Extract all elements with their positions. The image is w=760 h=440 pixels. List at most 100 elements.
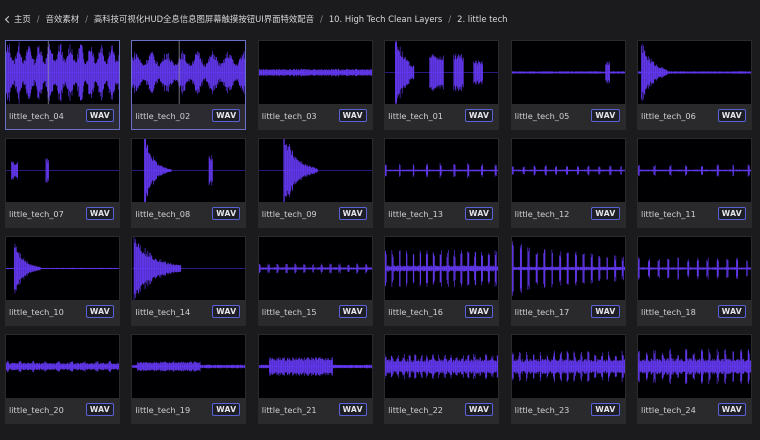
format-badge: WAV xyxy=(591,305,620,318)
format-badge: WAV xyxy=(85,109,114,122)
format-badge: WAV xyxy=(338,403,367,416)
file-name: little_tech_24 xyxy=(640,405,696,415)
breadcrumb-item-3[interactable]: 10. High Tech Clean Layers xyxy=(329,14,442,24)
file-name: little_tech_09 xyxy=(261,209,317,219)
waveform-svg xyxy=(6,158,119,183)
waveform-svg xyxy=(385,249,499,288)
file-card[interactable]: little_tech_20 WAV xyxy=(5,334,120,424)
breadcrumb: 主页 / 音效素材 / 高科技可视化HUD全息信息图屏幕触摸按钮UI界面特效配音… xyxy=(4,12,508,26)
waveform-preview xyxy=(511,139,625,202)
waveform-svg xyxy=(511,165,625,176)
format-badge: WAV xyxy=(591,109,620,122)
waveform-svg xyxy=(6,243,119,294)
format-badge: WAV xyxy=(464,207,494,220)
waveform-svg xyxy=(511,241,625,296)
breadcrumb-separator: / xyxy=(320,14,323,24)
format-badge: WAV xyxy=(212,305,241,318)
file-name: little_tech_10 xyxy=(9,307,64,317)
file-card[interactable]: little_tech_04 WAV xyxy=(5,40,120,130)
waveform-preview xyxy=(385,335,499,398)
file-card[interactable]: little_tech_21 WAV xyxy=(257,334,373,424)
waveform-svg xyxy=(258,357,372,376)
file-name: little_tech_18 xyxy=(640,307,696,317)
file-card[interactable]: little_tech_11 WAV xyxy=(636,138,752,228)
breadcrumb-home[interactable]: 主页 xyxy=(14,13,31,25)
file-card[interactable]: little_tech_05 WAV xyxy=(510,40,626,130)
file-name: little_tech_04 xyxy=(9,111,64,121)
file-card[interactable]: little_tech_02 WAV xyxy=(131,40,247,130)
file-name: little_tech_17 xyxy=(514,307,570,317)
file-name: little_tech_22 xyxy=(388,405,443,415)
file-name: little_tech_20 xyxy=(9,405,64,415)
file-card[interactable]: little_tech_03 WAV xyxy=(257,40,373,130)
file-name: little_tech_16 xyxy=(388,307,443,317)
format-badge: WAV xyxy=(717,109,746,122)
waveform-preview xyxy=(511,237,625,300)
waveform-preview xyxy=(6,335,119,398)
breadcrumb-separator: / xyxy=(85,14,88,24)
format-badge: WAV xyxy=(212,403,241,416)
file-card[interactable]: little_tech_18 WAV xyxy=(636,236,752,326)
chevron-left-icon[interactable] xyxy=(4,15,13,23)
waveform-svg xyxy=(637,164,751,177)
file-card[interactable]: little_tech_24 WAV xyxy=(636,334,752,424)
file-name: little_tech_11 xyxy=(640,209,696,219)
waveform-preview xyxy=(385,41,499,104)
waveform-preview xyxy=(385,139,499,202)
waveform-svg xyxy=(637,348,751,385)
file-card[interactable]: little_tech_15 WAV xyxy=(257,236,373,326)
file-card[interactable]: little_tech_09 WAV xyxy=(257,138,373,228)
file-card[interactable]: little_tech_13 WAV xyxy=(384,138,500,228)
file-name: little_tech_14 xyxy=(135,307,191,317)
waveform-preview xyxy=(511,335,625,398)
breadcrumb-separator: / xyxy=(36,14,40,24)
file-name: little_tech_02 xyxy=(135,111,191,121)
file-card[interactable]: little_tech_19 WAV xyxy=(131,334,247,424)
waveform-svg xyxy=(258,139,372,202)
waveform-preview xyxy=(385,237,499,300)
waveform-preview xyxy=(258,237,372,300)
waveform-svg xyxy=(258,263,372,274)
file-card[interactable]: little_tech_12 WAV xyxy=(510,138,626,228)
format-badge: WAV xyxy=(717,403,746,416)
breadcrumb-item-2[interactable]: 高科技可视化HUD全息信息图屏幕触摸按钮UI界面特效配音 xyxy=(94,13,314,25)
waveform-preview xyxy=(637,139,751,202)
waveform-preview xyxy=(132,237,246,300)
file-name: little_tech_12 xyxy=(514,209,570,219)
format-badge: WAV xyxy=(338,109,367,122)
file-name: little_tech_08 xyxy=(135,209,191,219)
format-badge: WAV xyxy=(85,305,114,318)
file-name: little_tech_05 xyxy=(514,111,570,121)
format-badge: WAV xyxy=(464,305,494,318)
file-card[interactable]: little_tech_17 WAV xyxy=(510,236,626,326)
waveform-preview xyxy=(637,237,751,300)
waveform-preview xyxy=(6,237,119,300)
file-card[interactable]: little_tech_07 WAV xyxy=(5,138,120,228)
format-badge: WAV xyxy=(717,305,746,318)
file-card[interactable]: little_tech_14 WAV xyxy=(131,236,247,326)
format-badge: WAV xyxy=(464,403,494,416)
format-badge: WAV xyxy=(338,207,367,220)
waveform-svg xyxy=(6,41,119,104)
file-card[interactable]: little_tech_08 WAV xyxy=(131,138,247,228)
file-card[interactable]: little_tech_22 WAV xyxy=(384,334,500,424)
file-name: little_tech_01 xyxy=(388,111,443,121)
waveform-svg xyxy=(511,61,625,84)
file-name: little_tech_19 xyxy=(135,405,191,415)
file-card[interactable]: little_tech_16 WAV xyxy=(384,236,500,326)
file-card[interactable]: little_tech_10 WAV xyxy=(5,236,120,326)
waveform-preview xyxy=(258,41,372,104)
waveform-preview xyxy=(637,335,751,398)
file-name: little_tech_23 xyxy=(514,405,570,415)
waveform-svg xyxy=(385,41,499,104)
file-name: little_tech_21 xyxy=(261,405,317,415)
file-card[interactable]: little_tech_23 WAV xyxy=(510,334,626,424)
file-card[interactable]: little_tech_01 WAV xyxy=(384,40,500,130)
waveform-preview xyxy=(258,335,372,398)
format-badge: WAV xyxy=(338,305,367,318)
file-card[interactable]: little_tech_06 WAV xyxy=(636,40,752,130)
breadcrumb-item-1[interactable]: 音效素材 xyxy=(46,13,80,25)
waveform-svg xyxy=(385,353,499,380)
waveform-svg xyxy=(132,361,246,372)
file-name: little_tech_06 xyxy=(640,111,696,121)
